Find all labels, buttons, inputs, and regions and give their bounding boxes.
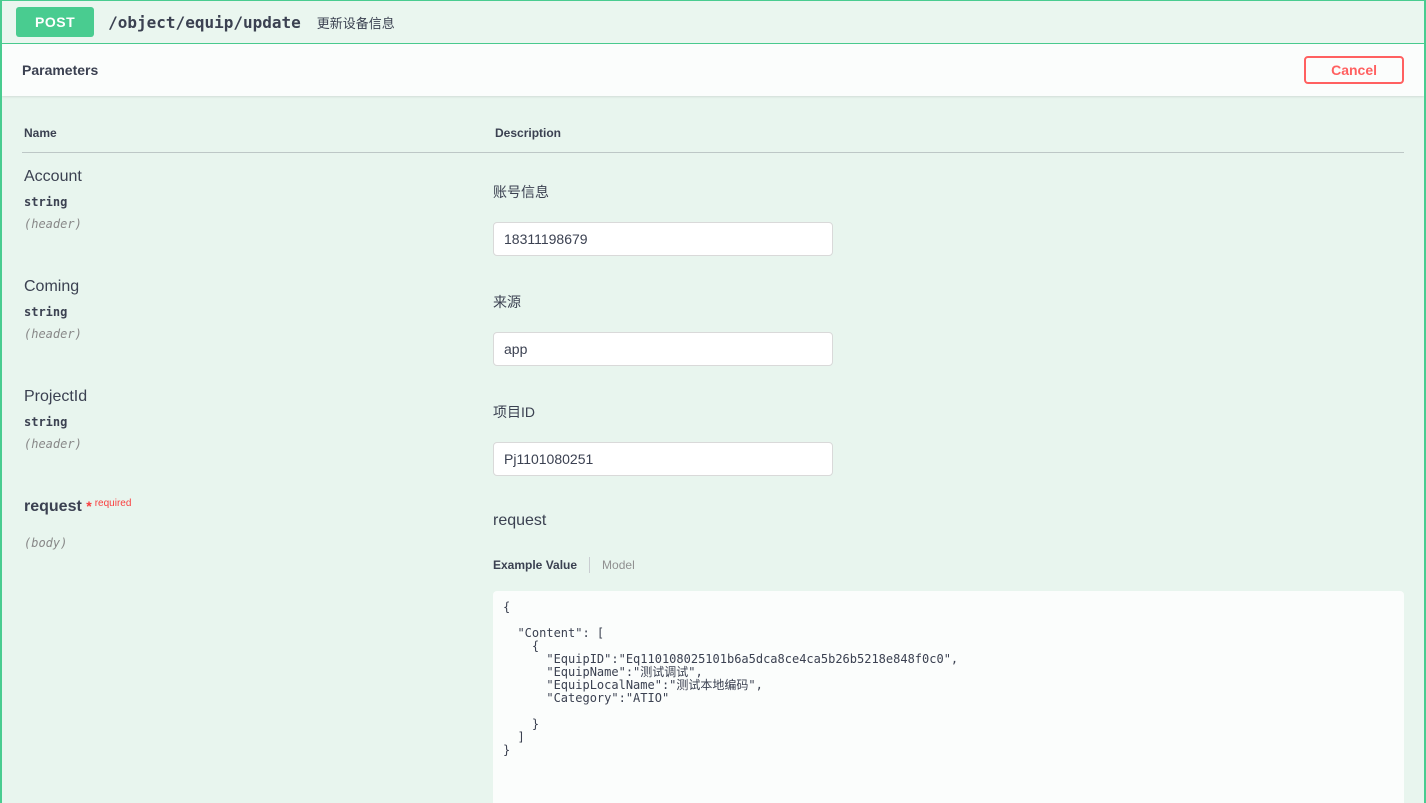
parameters-header: Parameters Cancel [2, 44, 1424, 96]
column-header-description: Description [495, 126, 561, 140]
param-name: request *required [24, 498, 493, 516]
param-type: string [24, 305, 493, 319]
param-description: 项目ID [493, 402, 1404, 422]
parameters-body: Name Description Account string (header)… [2, 96, 1424, 803]
example-model-tabs: Example Value Model [493, 557, 1404, 573]
table-row: Coming string (header) 来源 [22, 263, 1404, 373]
param-description: request [493, 512, 1404, 530]
parameters-title: Parameters [22, 62, 98, 78]
param-name: ProjectId [24, 388, 493, 406]
projectid-input[interactable] [493, 442, 833, 476]
param-description-cell: 账号信息 [493, 168, 1404, 263]
param-name-cell: Coming string (header) [22, 278, 493, 373]
tab-model[interactable]: Model [602, 558, 635, 572]
column-header-name: Name [24, 126, 495, 140]
method-badge: POST [16, 7, 94, 37]
param-description-cell: request Example Value Model [493, 498, 1404, 803]
param-name-cell: ProjectId string (header) [22, 388, 493, 483]
coming-input[interactable] [493, 332, 833, 366]
param-description: 账号信息 [493, 182, 1404, 202]
param-type: string [24, 415, 493, 429]
param-name: Account [24, 168, 493, 186]
endpoint-path: /object/equip/update [108, 13, 301, 32]
tab-example-value[interactable]: Example Value [493, 558, 577, 572]
param-description: 来源 [493, 292, 1404, 312]
tab-divider [589, 557, 590, 573]
cancel-button[interactable]: Cancel [1304, 56, 1404, 84]
table-row: ProjectId string (header) 项目ID [22, 373, 1404, 483]
param-name-cell: Account string (header) [22, 168, 493, 263]
param-location: (header) [24, 217, 493, 231]
account-input[interactable] [493, 222, 833, 256]
required-label: required [92, 498, 132, 509]
table-row: Account string (header) 账号信息 [22, 153, 1404, 263]
param-description-cell: 来源 [493, 278, 1404, 373]
table-header: Name Description [22, 116, 1404, 153]
param-location: (body) [24, 536, 493, 550]
opblock-summary[interactable]: POST /object/equip/update 更新设备信息 [2, 1, 1424, 44]
param-type: string [24, 195, 493, 209]
param-location: (header) [24, 437, 493, 451]
param-location: (header) [24, 327, 493, 341]
param-name: Coming [24, 278, 493, 296]
param-description-cell: 项目ID [493, 388, 1404, 483]
param-name-cell: request *required (body) [22, 498, 493, 803]
table-row: request *required (body) request Example… [22, 483, 1404, 803]
opblock-post: POST /object/equip/update 更新设备信息 Paramet… [0, 0, 1426, 803]
endpoint-description: 更新设备信息 [317, 13, 395, 32]
request-body-textarea[interactable] [493, 591, 1404, 803]
required-asterisk: * [86, 498, 91, 514]
